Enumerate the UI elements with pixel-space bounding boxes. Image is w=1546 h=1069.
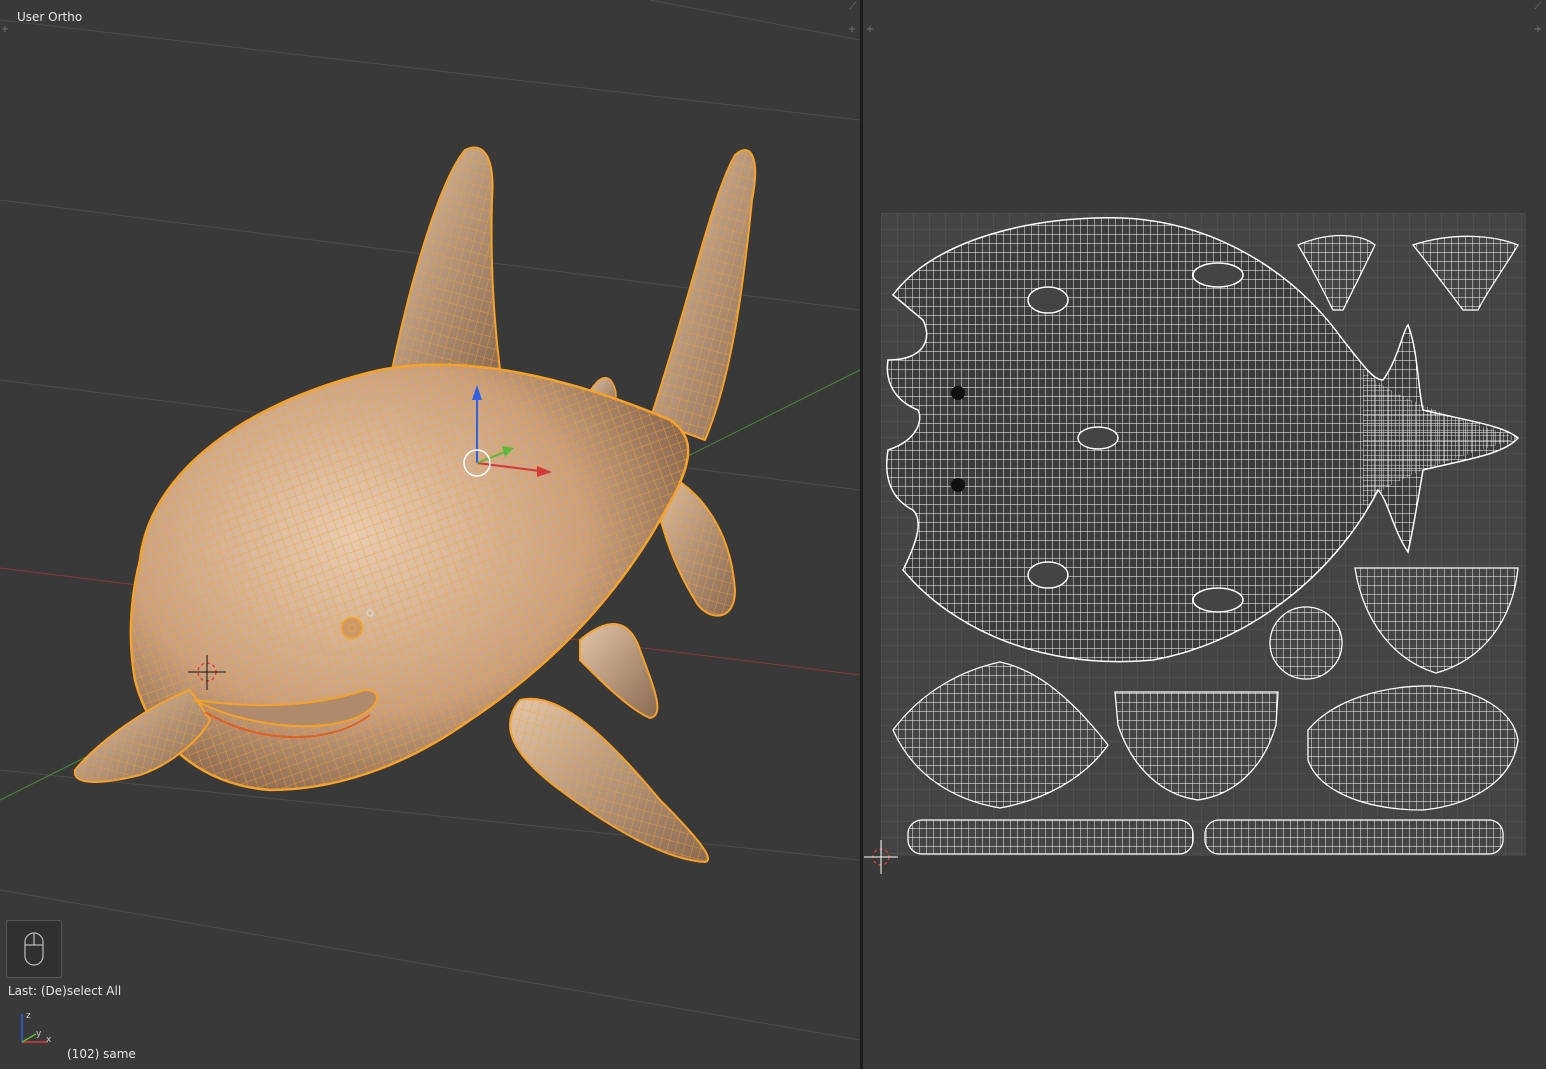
mouse-icon	[24, 932, 44, 966]
area-corner-icon[interactable]: +	[0, 25, 10, 35]
3d-scene[interactable]	[0, 0, 860, 1069]
uv-island-teeth-strip-1[interactable]	[907, 819, 1194, 855]
last-operator-label[interactable]: Last: (De)select All	[8, 984, 121, 998]
view-label: User Ortho	[17, 10, 83, 24]
mini-axis-widget: z y x	[21, 1011, 52, 1045]
mouse-tool-panel	[6, 920, 62, 978]
axis-x-label: x	[46, 1035, 52, 1045]
uv-island-disc[interactable]	[1269, 606, 1343, 680]
uv-canvas[interactable]	[863, 0, 1546, 1069]
area-split-icon[interactable]: ⟋	[848, 2, 858, 12]
axis-z-label: z	[26, 1011, 31, 1021]
object-info: (102) same	[67, 1047, 136, 1061]
rear-pectoral-fin[interactable]	[579, 623, 659, 720]
area-corner-icon[interactable]: +	[847, 25, 857, 35]
3d-viewport[interactable]: User Ortho + + ⟋ Last: (De)select All z …	[0, 0, 860, 1069]
uv-editor[interactable]: + + ⟋	[863, 0, 1546, 1069]
uv-island-teeth-strip-2[interactable]	[1204, 819, 1504, 855]
shark-eye[interactable]	[341, 617, 363, 639]
axis-y-label: y	[36, 1029, 42, 1039]
